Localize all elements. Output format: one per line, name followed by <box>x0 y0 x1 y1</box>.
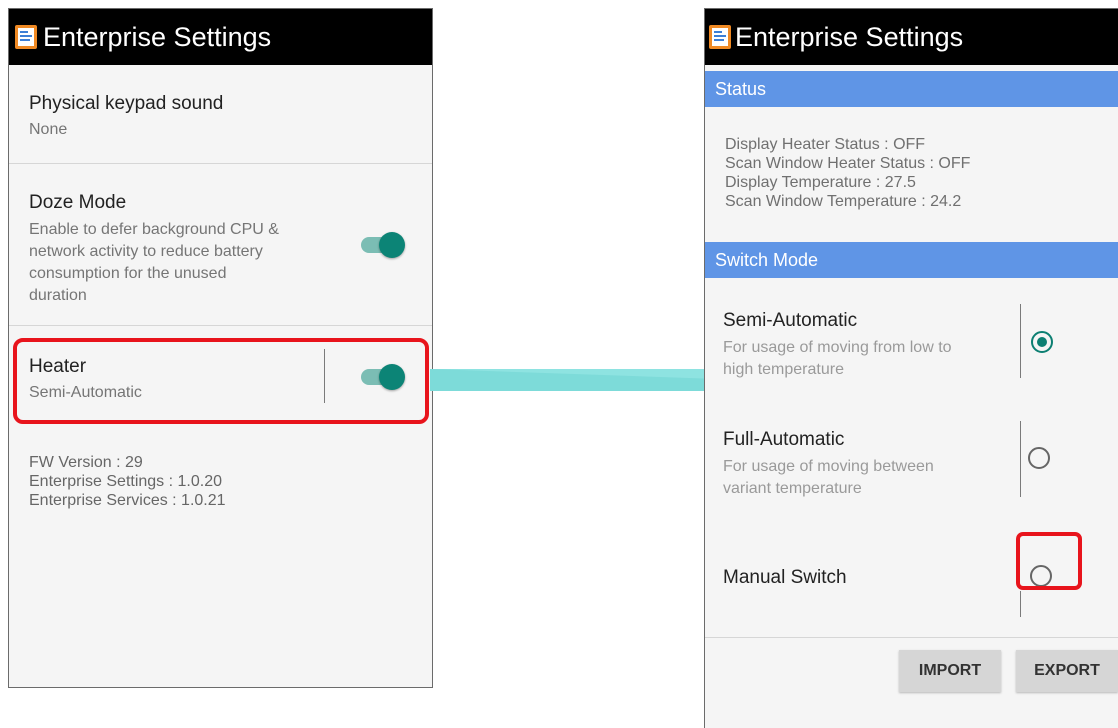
display-temperature: Display Temperature : 27.5 <box>725 174 916 191</box>
option-summary-line: high temperature <box>723 361 844 378</box>
settings-screen-right: Enterprise Settings Status Display Heate… <box>704 8 1118 728</box>
semi-automatic-radio[interactable] <box>1031 331 1053 353</box>
export-button[interactable]: EXPORT <box>1016 650 1118 692</box>
app-title-bar: Enterprise Settings <box>705 9 1118 65</box>
display-heater-status: Display Heater Status : OFF <box>725 136 926 153</box>
switch-mode-section-header: Switch Mode <box>705 242 1118 278</box>
manual-switch-highlight <box>1016 532 1082 590</box>
vertical-divider <box>1020 421 1021 497</box>
status-header-label: Status <box>715 79 767 99</box>
scan-window-heater-status: Scan Window Heater Status : OFF <box>725 155 971 172</box>
option-summary-line: For usage of moving between <box>723 458 934 475</box>
switch-mode-header-label: Switch Mode <box>715 250 819 270</box>
option-title: Full-Automatic <box>723 429 845 450</box>
full-automatic-radio[interactable] <box>1028 447 1050 469</box>
vertical-divider <box>1020 304 1021 378</box>
option-summary-line: For usage of moving from low to <box>723 339 952 356</box>
option-title: Semi-Automatic <box>723 310 858 331</box>
app-title: Enterprise Settings <box>735 22 964 52</box>
status-section-header: Status <box>705 71 1118 107</box>
vertical-divider <box>1020 591 1021 617</box>
import-button[interactable]: IMPORT <box>899 650 1001 692</box>
scan-window-temperature: Scan Window Temperature : 24.2 <box>725 193 962 210</box>
app-settings-icon <box>709 25 731 49</box>
divider <box>705 637 1118 638</box>
option-summary-line: variant temperature <box>723 480 862 497</box>
option-title: Manual Switch <box>723 567 847 588</box>
